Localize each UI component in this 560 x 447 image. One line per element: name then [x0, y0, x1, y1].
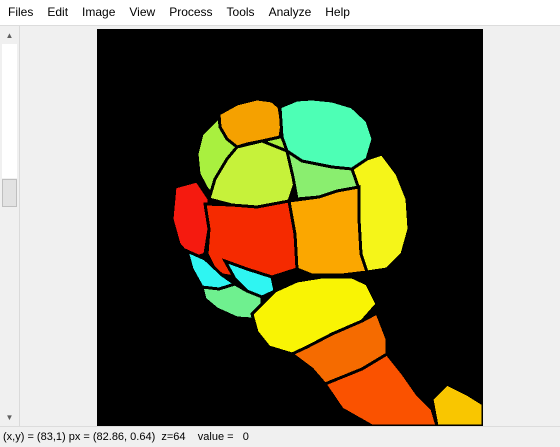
status-z: z=64	[161, 431, 186, 443]
status-value: value = 0	[197, 431, 249, 443]
status-coordinates: (x,y) = (83,1) px = (82.86, 0.64)	[3, 431, 156, 443]
menu-analyze[interactable]: Analyze	[262, 0, 319, 25]
menu-image[interactable]: Image	[75, 0, 122, 25]
menu-help[interactable]: Help	[318, 0, 357, 25]
scrollbar-track[interactable]	[2, 44, 17, 178]
scroll-down-arrow-icon[interactable]: ▼	[2, 409, 17, 425]
menu-tools[interactable]: Tools	[220, 0, 262, 25]
vertical-scrollbar[interactable]: ▲ ▼	[0, 26, 20, 426]
menu-edit[interactable]: Edit	[40, 0, 75, 25]
menu-files[interactable]: Files	[0, 0, 40, 25]
segment-region-8	[203, 199, 299, 281]
segmentation-image	[97, 29, 485, 428]
menu-bar: Files Edit Image View Process Tools Anal…	[0, 0, 560, 26]
menu-view[interactable]: View	[122, 0, 162, 25]
segment-region-9	[287, 185, 370, 277]
scroll-up-arrow-icon[interactable]: ▲	[2, 27, 17, 43]
scrollbar-thumb[interactable]	[2, 179, 17, 207]
menu-process[interactable]: Process	[162, 0, 219, 25]
status-bar: (x,y) = (83,1) px = (82.86, 0.64) z=64 v…	[0, 426, 560, 447]
image-canvas[interactable]	[97, 29, 485, 428]
